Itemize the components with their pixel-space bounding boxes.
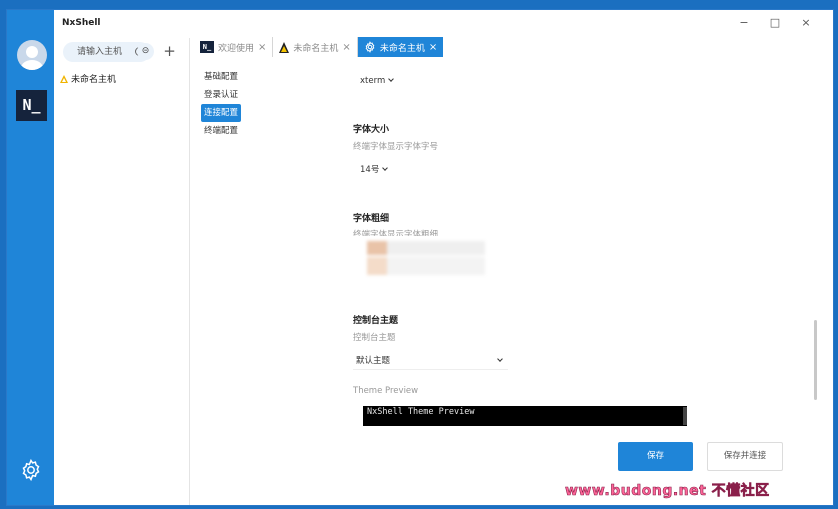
blurred-region (353, 237, 488, 282)
folder-button[interactable]: ⊝ (137, 43, 154, 60)
save-button[interactable]: 保存 (618, 442, 693, 471)
font-size-desc: 终端字体显示字体字号 (353, 142, 439, 152)
tab-host[interactable]: 未命名主机 × (273, 37, 358, 57)
nxshell-logo-icon[interactable]: N_ (16, 90, 47, 121)
theme-preview-text: NxShell Theme Preview (367, 407, 475, 417)
terminal-cursor (683, 407, 687, 425)
chevron-down-icon (388, 76, 395, 82)
host-name: 未命名主机 (71, 75, 117, 85)
tab-welcome[interactable]: N_ 欢迎使用 × (194, 37, 274, 57)
nav-terminal-config[interactable]: 终端配置 (201, 122, 241, 140)
console-theme-select[interactable]: 默认主题 (353, 352, 508, 370)
settings-gear-icon[interactable] (19, 458, 43, 482)
tab-close-icon[interactable]: × (342, 42, 350, 53)
app-title: NxShell (62, 18, 101, 28)
linux-icon (279, 41, 290, 53)
config-content: xterm 字体大小 终端字体显示字体字号 14号 字体粗细 终端字体显示字体粗… (353, 48, 813, 488)
nav-connection-config[interactable]: 连接配置 (201, 104, 242, 122)
theme-preview-box: NxShell Theme Preview (363, 406, 687, 426)
watermark: www.budong.net 不懂社区 (565, 483, 770, 500)
terminal-type-value: xterm (360, 76, 386, 86)
minimize-button[interactable]: − (734, 16, 754, 29)
chevron-down-icon (497, 356, 503, 362)
tab-label: 未命名主机 (293, 43, 339, 54)
content-scrollbar[interactable] (814, 320, 817, 400)
console-theme-value: 默认主题 (356, 356, 391, 366)
font-size-select[interactable]: 14号 (357, 161, 390, 179)
maximize-button[interactable]: □ (765, 16, 785, 29)
close-window-button[interactable]: × (796, 16, 816, 29)
config-nav: 基础配置 登录认证 连接配置 终端配置 (201, 68, 271, 140)
terminal-type-select[interactable]: xterm (357, 72, 396, 90)
host-panel: 请输入主机 ⊝ + 未命名主机 (54, 38, 190, 505)
font-size-title: 字体大小 (353, 125, 390, 135)
search-placeholder: 请输入主机 (77, 47, 123, 57)
nav-login-auth[interactable]: 登录认证 (201, 86, 241, 104)
tab-label: 欢迎使用 (218, 43, 255, 54)
console-theme-desc: 控制台主题 (353, 333, 396, 343)
user-avatar[interactable] (17, 40, 47, 70)
nxshell-icon: N_ (200, 41, 214, 53)
app-window: N_ NxShell − □ × 请输入主机 ⊝ + 未命名主机 N_ 欢迎使用… (6, 9, 834, 506)
nav-basic-config[interactable]: 基础配置 (201, 68, 241, 86)
host-list-item[interactable]: 未命名主机 (60, 72, 116, 85)
icon-rail: N_ (7, 10, 54, 505)
tab-close-icon[interactable]: × (258, 42, 266, 53)
theme-preview-label: Theme Preview (353, 386, 419, 396)
save-and-connect-button[interactable]: 保存并连接 (707, 442, 783, 471)
chevron-down-icon (382, 165, 389, 171)
font-weight-desc: 终端字体显示字体粗细 (353, 230, 439, 236)
font-size-value: 14号 (360, 165, 380, 175)
add-host-button[interactable]: + (160, 42, 179, 61)
console-theme-title: 控制台主题 (353, 316, 399, 326)
font-weight-title: 字体粗细 (353, 214, 390, 224)
linux-icon (60, 74, 68, 83)
